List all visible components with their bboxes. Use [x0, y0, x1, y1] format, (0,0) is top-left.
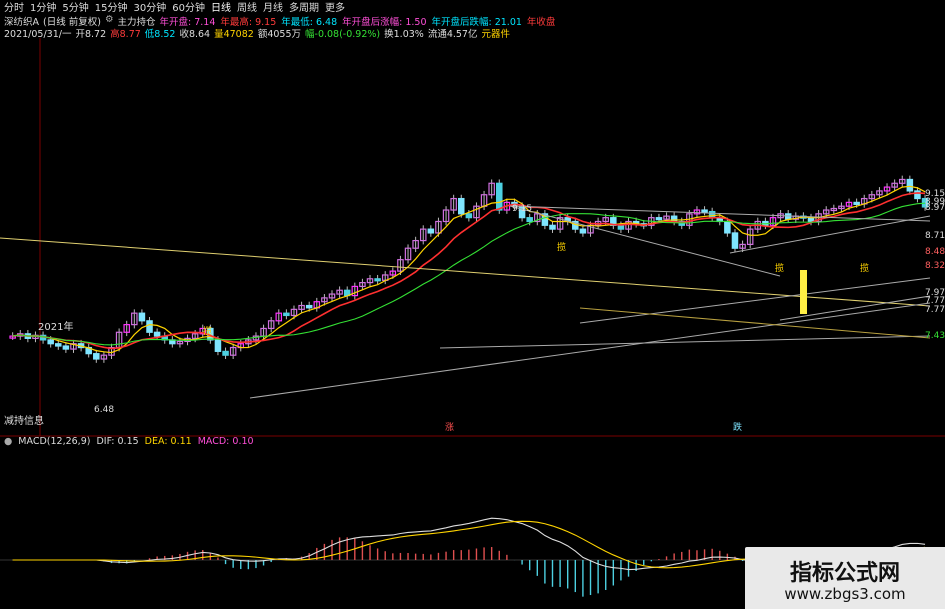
year-label: 2021年	[38, 320, 73, 333]
right-scale-label: 8.32	[925, 261, 945, 271]
macd-dif: DIF: 0.15	[96, 436, 139, 447]
tab-3[interactable]: 15分钟	[95, 0, 128, 14]
tab-6[interactable]: 日线	[211, 0, 231, 14]
candle-body	[914, 190, 921, 200]
tab-2[interactable]: 5分钟	[62, 0, 88, 14]
candle-body	[47, 339, 54, 345]
gear-icon[interactable]: ⚙	[105, 14, 114, 26]
right-scale-label: 8.48	[925, 247, 945, 257]
quote-low: 低8.52	[144, 29, 176, 40]
signal-label: 揽	[775, 262, 784, 274]
candle-body	[374, 278, 381, 282]
reduce-holdings-button[interactable]: 减持信息	[4, 412, 44, 427]
candle-body	[731, 232, 739, 249]
macd-header: ● MACD(12,26,9) DIF: 0.15 DEA: 0.11 MACD…	[4, 436, 254, 447]
tab-5[interactable]: 60分钟	[172, 0, 205, 14]
trend-line	[579, 277, 931, 324]
candle-body	[214, 339, 222, 352]
tab-8[interactable]: 月线	[263, 0, 283, 14]
right-scale-label: 7.77	[925, 305, 945, 315]
trend-line	[439, 335, 931, 349]
signal-label: 揽	[557, 241, 566, 253]
trend-line	[249, 302, 931, 399]
right-scale-label: 7.43	[925, 331, 945, 341]
candle-body	[701, 209, 708, 213]
candle-body	[62, 345, 70, 350]
site-watermark: 指标公式网 www.zbgs3.com	[745, 547, 945, 609]
tab-9[interactable]: 多周期	[289, 0, 319, 14]
candle-body	[153, 331, 161, 337]
candle-body	[670, 215, 678, 223]
macd-dea: DEA: 0.11	[144, 436, 192, 447]
tab-4[interactable]: 30分钟	[133, 0, 166, 14]
candle-body	[655, 217, 663, 221]
watermark-title: 指标公式网	[789, 561, 900, 586]
header-item-3: 年开盘后涨幅: 1.50	[342, 17, 427, 28]
header-item-4: 年开盘后跌幅: 21.01	[431, 17, 522, 28]
high-price-label: 9.15	[512, 204, 532, 214]
candle-body	[283, 312, 290, 317]
quote-turnover: 换1.03%	[384, 29, 424, 40]
macd-name: MACD(12,26,9)	[18, 436, 91, 447]
quote-circ: 流通4.57亿	[427, 29, 478, 40]
quote-date: 2021/05/31/一	[4, 29, 72, 40]
candle-body	[138, 312, 146, 322]
header-item-2: 年最低: 6.48	[281, 17, 338, 28]
trend-line	[579, 307, 931, 339]
quote-high: 高8.77	[110, 29, 141, 40]
candle-body	[222, 350, 229, 356]
tab-0[interactable]: 分时	[4, 0, 24, 14]
indicator-header: 深纺织A (日线 前复权) ⚙ 主力持仓 年开盘: 7.14 年最高: 9.15 年…	[4, 14, 556, 28]
candle-body	[708, 210, 716, 219]
signal-label: 揽	[203, 325, 212, 337]
quote-unit: 元器件	[481, 29, 510, 40]
candle-body	[617, 224, 625, 230]
quote-volume: 量47082	[214, 29, 254, 40]
period-label: (日线 前复权)	[43, 17, 101, 28]
candle-body	[784, 213, 792, 220]
candle-body	[724, 220, 731, 234]
candle-body	[526, 217, 533, 223]
candle-body	[457, 197, 465, 215]
right-scale-label: 8.71	[925, 231, 945, 241]
candle-body	[465, 213, 473, 219]
quote-close: 收8.64	[179, 29, 211, 40]
right-scale-label: 8.97	[925, 203, 945, 213]
stock-name: 深纺织A	[4, 17, 39, 28]
quote-open: 开8.72	[75, 29, 107, 40]
macd-value: MACD: 0.10	[197, 436, 254, 447]
indicator-name[interactable]: 主力持仓	[117, 14, 155, 28]
watermark-url: www.zbgs3.com	[784, 585, 906, 603]
tab-1[interactable]: 1分钟	[30, 0, 56, 14]
quote-change: 幅-0.08(-0.92%)	[305, 29, 381, 40]
trend-line	[509, 205, 781, 277]
candle-body	[93, 353, 100, 360]
signal-label: 揽	[860, 262, 869, 274]
candle-body	[305, 304, 313, 309]
quote-line: 2021/05/31/一 开8.72 高8.77 低8.52 收8.64 量47…	[4, 26, 510, 40]
header-item-1: 年最高: 9.15	[220, 17, 277, 28]
candle-body	[496, 182, 503, 211]
candle-body	[427, 228, 435, 234]
header-item-0: 年开盘: 7.14	[159, 17, 216, 28]
period-toolbar: 分时 1分钟 5分钟 15分钟 30分钟 60分钟 日线 周线 月线 多周期 更多	[0, 0, 945, 14]
candle-body	[906, 178, 914, 192]
candle-body	[579, 228, 587, 234]
up-marker: 涨	[445, 422, 454, 433]
tab-10[interactable]: 更多	[325, 0, 345, 14]
down-marker: 跌	[733, 422, 742, 433]
candle-body	[55, 343, 62, 347]
circle-icon: ●	[4, 436, 13, 447]
highlight-candle	[800, 270, 807, 314]
kline-chart[interactable]: 2021年9.156.489.158.998.978.718.488.327.9…	[0, 38, 945, 609]
header-item-5: 年收盘	[526, 17, 556, 28]
quote-amount: 额4055万	[257, 29, 302, 40]
tab-7[interactable]: 周线	[237, 0, 257, 14]
low-price-label: 6.48	[94, 405, 114, 415]
candle-body	[853, 201, 860, 205]
candle-body	[549, 224, 556, 230]
candle-body	[146, 320, 153, 333]
